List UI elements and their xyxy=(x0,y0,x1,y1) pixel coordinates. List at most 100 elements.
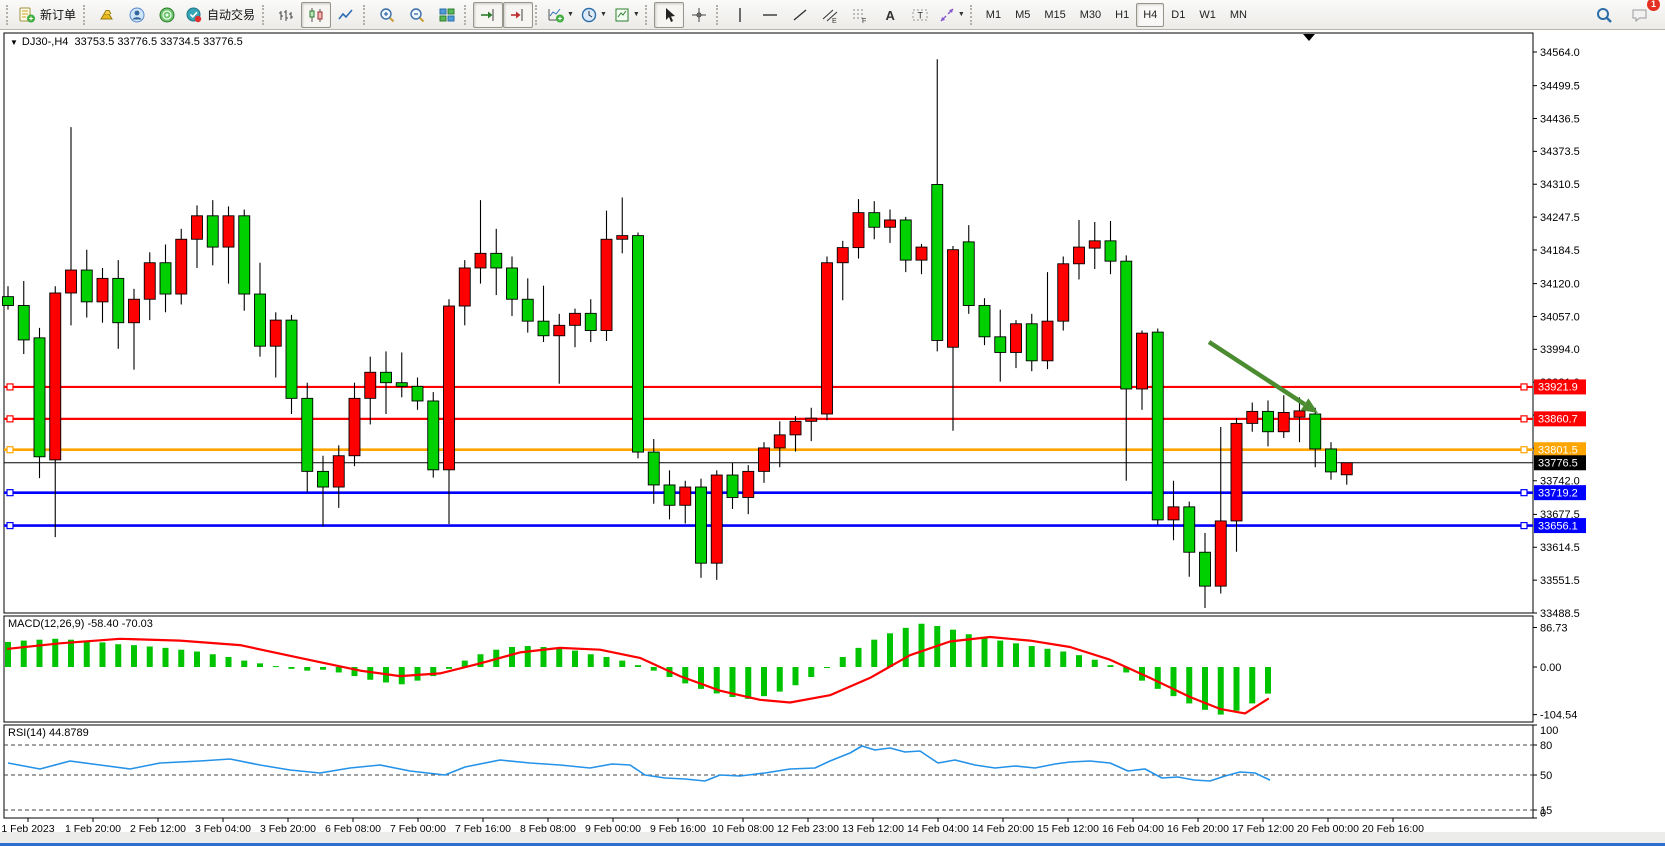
auto-scroll-button[interactable] xyxy=(473,2,503,28)
candle xyxy=(270,320,281,346)
macd-histogram-bar xyxy=(336,667,342,672)
rsi-panel[interactable] xyxy=(4,725,1533,818)
candle xyxy=(176,239,187,294)
macd-histogram-bar xyxy=(572,651,578,667)
candle xyxy=(381,372,392,382)
macd-histogram-bar xyxy=(226,657,232,667)
tile-windows-button[interactable] xyxy=(432,2,462,28)
candle xyxy=(664,485,675,505)
candle xyxy=(192,216,203,239)
macd-histogram-bar xyxy=(1060,652,1066,667)
horizontal-line-button[interactable] xyxy=(755,2,785,28)
fibonacci-button[interactable]: F xyxy=(845,2,875,28)
time-axis-label: 3 Feb 04:00 xyxy=(195,823,251,835)
macd-histogram-bar xyxy=(21,641,27,667)
price-axis-badge-label: 33719.2 xyxy=(1538,487,1578,499)
macd-histogram-bar xyxy=(210,654,216,667)
level-anchor-handle[interactable] xyxy=(7,523,13,529)
macd-panel[interactable] xyxy=(4,616,1533,722)
candle xyxy=(144,263,155,300)
notifications-button[interactable]: 1 xyxy=(1625,2,1655,28)
trendline-button[interactable] xyxy=(785,2,815,28)
crosshair-button[interactable] xyxy=(684,2,714,28)
price-axis-label: 33551.5 xyxy=(1540,575,1580,587)
candle xyxy=(759,448,770,471)
channel-button[interactable]: E xyxy=(815,2,845,28)
chart-shift-button[interactable] xyxy=(503,2,533,28)
market-watch-button[interactable] xyxy=(92,2,122,28)
macd-indicator-label: MACD(12,26,9) -58.40 -70.03 xyxy=(8,618,153,630)
toolbar-grip xyxy=(970,5,975,25)
fibonacci-icon: F xyxy=(851,6,869,24)
level-anchor-handle[interactable] xyxy=(7,447,13,453)
candle xyxy=(129,299,140,322)
price-axis-label: 33488.5 xyxy=(1540,608,1580,620)
community-button[interactable] xyxy=(122,2,152,28)
timeframe-w1-button[interactable]: W1 xyxy=(1192,3,1223,27)
candlestick-icon xyxy=(307,6,325,24)
cursor-button[interactable] xyxy=(654,2,684,28)
zoom-out-button[interactable] xyxy=(402,2,432,28)
periods-button[interactable]: ▼ xyxy=(577,2,610,28)
timeframe-m15-button[interactable]: M15 xyxy=(1037,3,1072,27)
timeframe-m1-button[interactable]: M1 xyxy=(979,3,1008,27)
macd-histogram-bar xyxy=(1045,649,1051,667)
candle xyxy=(696,487,707,563)
level-anchor-handle[interactable] xyxy=(7,416,13,422)
templates-button[interactable]: ▼ xyxy=(610,2,643,28)
candle xyxy=(743,471,754,497)
level-anchor-handle[interactable] xyxy=(7,384,13,390)
macd-histogram-bar xyxy=(682,667,688,683)
level-anchor-handle[interactable] xyxy=(1521,523,1527,529)
level-anchor-handle[interactable] xyxy=(1521,447,1527,453)
search-button[interactable] xyxy=(1589,2,1619,28)
news-button[interactable] xyxy=(152,2,182,28)
level-anchor-handle[interactable] xyxy=(1521,416,1527,422)
timeframe-d1-button[interactable]: D1 xyxy=(1164,3,1192,27)
price-axis-label: 34120.0 xyxy=(1540,278,1580,290)
shapes-icon xyxy=(938,6,956,24)
timeframe-m5-button[interactable]: M5 xyxy=(1008,3,1037,27)
text-button[interactable]: A xyxy=(875,2,905,28)
candle xyxy=(853,213,864,248)
macd-histogram-bar xyxy=(793,667,799,685)
zoom-in-button[interactable] xyxy=(372,2,402,28)
price-axis-label: 34564.0 xyxy=(1540,47,1580,59)
shapes-button[interactable]: ▼ xyxy=(935,2,968,28)
mt4-window: 新订单自动交易▼▼▼EFAT▼M1M5M15M30H1H4D1W1MN1 345… xyxy=(0,0,1665,846)
vertical-line-icon xyxy=(731,6,749,24)
timeframe-h4-button[interactable]: H4 xyxy=(1136,3,1164,27)
candle xyxy=(1089,241,1100,248)
macd-histogram-bar xyxy=(761,667,767,696)
candle xyxy=(900,220,911,260)
macd-histogram-bar xyxy=(37,640,43,667)
timeframe-mn-button[interactable]: MN xyxy=(1223,3,1254,27)
candle xyxy=(428,401,439,470)
timeframe-h1-button[interactable]: H1 xyxy=(1108,3,1136,27)
line-chart-button[interactable] xyxy=(331,2,361,28)
new-order-button[interactable]: 新订单 xyxy=(15,2,81,28)
label-button[interactable]: T xyxy=(905,2,935,28)
candle xyxy=(239,216,250,294)
candle xyxy=(837,248,848,263)
candlestick-button[interactable] xyxy=(301,2,331,28)
candle xyxy=(1231,423,1242,521)
vertical-line-button[interactable] xyxy=(725,2,755,28)
notification-badge: 1 xyxy=(1647,0,1660,11)
bar-chart-button[interactable] xyxy=(271,2,301,28)
new-order-icon xyxy=(18,6,36,24)
indicators-button[interactable]: ▼ xyxy=(544,2,577,28)
candle xyxy=(349,398,360,455)
macd-histogram-bar xyxy=(478,654,484,667)
macd-histogram-bar xyxy=(856,648,862,667)
candle xyxy=(1247,411,1258,423)
macd-histogram-bar xyxy=(84,641,90,667)
level-anchor-handle[interactable] xyxy=(1521,384,1527,390)
timeframe-m30-button[interactable]: M30 xyxy=(1073,3,1108,27)
chart-title[interactable]: ▼ DJ30-,H4 33753.5 33776.5 33734.5 33776… xyxy=(10,36,243,48)
svg-text:A: A xyxy=(885,8,895,23)
autotrade-button[interactable]: 自动交易 xyxy=(182,2,260,28)
level-anchor-handle[interactable] xyxy=(1521,490,1527,496)
level-anchor-handle[interactable] xyxy=(7,490,13,496)
candle xyxy=(916,247,927,260)
